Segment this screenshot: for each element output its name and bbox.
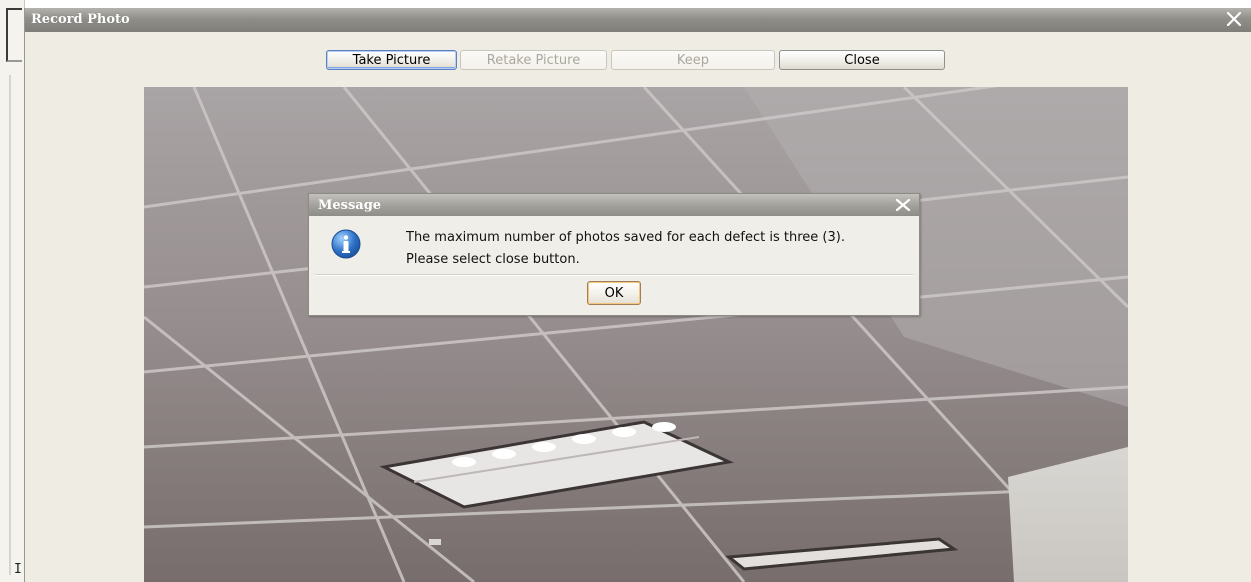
- message-titlebar[interactable]: Message: [309, 194, 919, 216]
- dialog-titlebar[interactable]: Record Photo: [25, 8, 1251, 32]
- background-window-frame: [6, 8, 22, 62]
- message-title: Message: [318, 198, 382, 213]
- take-picture-button[interactable]: Take Picture: [326, 50, 457, 70]
- retake-picture-button[interactable]: Retake Picture: [460, 50, 607, 70]
- message-line-2: Please select close button.: [406, 252, 580, 267]
- message-line-1: The maximum number of photos saved for e…: [406, 230, 845, 245]
- close-icon[interactable]: [893, 197, 913, 213]
- ceiling-image: [144, 87, 1128, 582]
- dialog-title: Record Photo: [31, 12, 130, 27]
- ok-button[interactable]: OK: [587, 281, 641, 305]
- message-dialog: Message The maximum number of photos sav…: [308, 193, 920, 316]
- keep-button[interactable]: Keep: [611, 50, 775, 70]
- background-window: I: [0, 0, 25, 582]
- close-icon[interactable]: [1224, 10, 1244, 28]
- background-window-text: I: [14, 562, 22, 577]
- close-button[interactable]: Close: [779, 50, 945, 70]
- background-window-divider: [9, 75, 11, 575]
- message-separator: [315, 274, 913, 276]
- camera-preview: [144, 87, 1128, 582]
- info-icon: [331, 229, 361, 259]
- message-text: The maximum number of photos saved for e…: [406, 227, 845, 271]
